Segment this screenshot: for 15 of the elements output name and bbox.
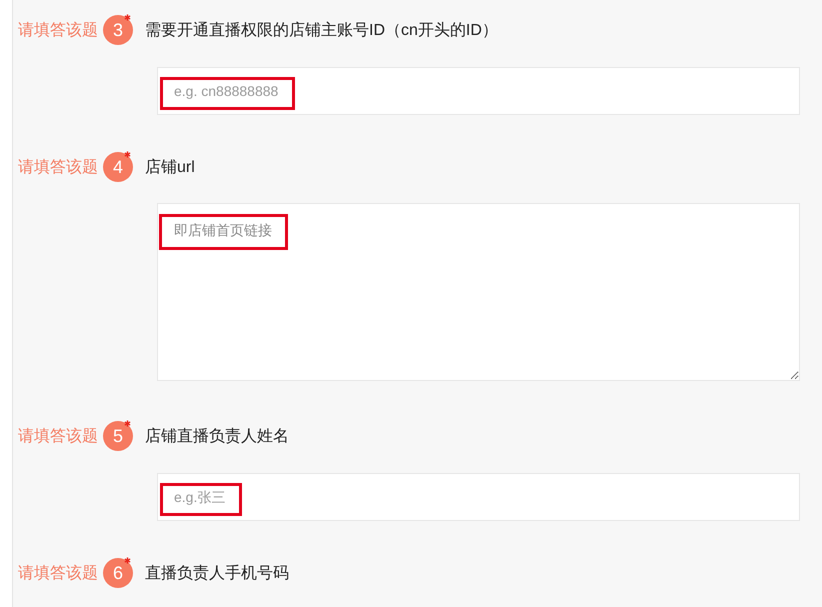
warning-text: 请填答该题 bbox=[18, 426, 98, 446]
warning-text: 请填答该题 bbox=[18, 20, 98, 40]
warning-text: 请填答该题 bbox=[18, 564, 98, 584]
question-number: 6 bbox=[103, 558, 133, 588]
question-number: 3 bbox=[103, 15, 133, 45]
input-field[interactable]: e.g.张三 bbox=[157, 473, 800, 521]
warning-text: 请填答该题 bbox=[18, 158, 98, 178]
question-title: 需要开通直播权限的店铺主账号ID（cn开头的ID） bbox=[145, 20, 498, 40]
question-title: 店铺直播负责人姓名 bbox=[145, 426, 289, 446]
question-number: 5 bbox=[103, 421, 133, 451]
question-number: 4 bbox=[103, 152, 133, 182]
question-title: 店铺url bbox=[145, 158, 195, 178]
input-field[interactable]: e.g. cn88888888 bbox=[157, 67, 800, 115]
text-area[interactable]: 即店铺首页链接 bbox=[157, 203, 800, 381]
question-title: 直播负责人手机号码 bbox=[145, 564, 289, 584]
